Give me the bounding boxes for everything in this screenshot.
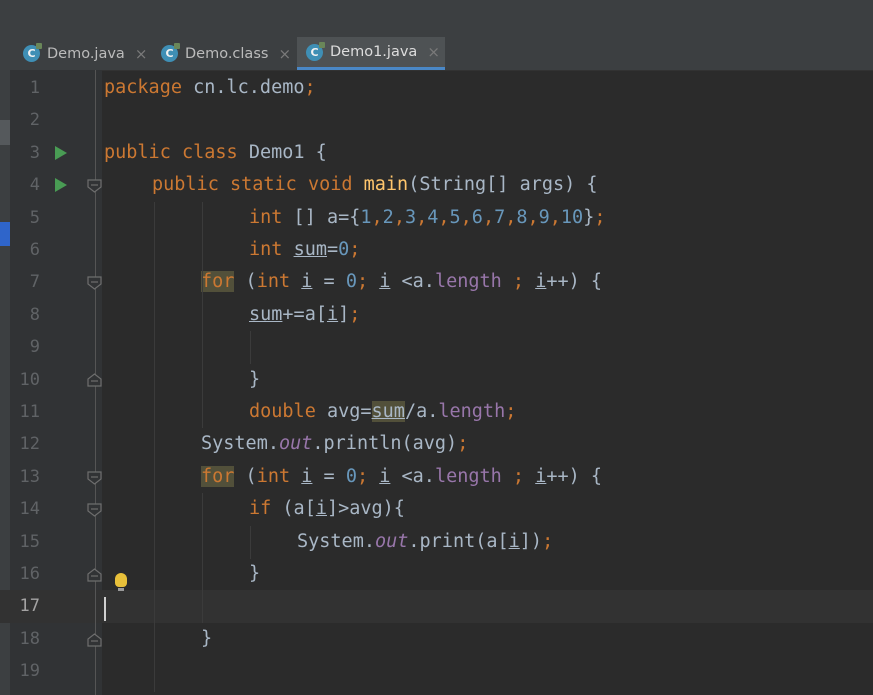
code-text: public static void main(String[] args) {	[152, 174, 598, 196]
code-line-15[interactable]: 15 System.out.print(a[i]);	[0, 526, 873, 558]
line-number: 12	[19, 434, 40, 455]
line-number: 9	[29, 337, 40, 358]
run-icon[interactable]	[55, 146, 67, 160]
tab-demo-class[interactable]: C Demo.class ×	[152, 37, 295, 70]
code-line-2[interactable]: 2	[0, 104, 873, 136]
line-number: 7	[29, 272, 40, 293]
code-text: int sum=0;	[249, 239, 361, 260]
fold-open-icon[interactable]	[87, 471, 102, 485]
code-line-3[interactable]: 3 public class Demo1 {	[0, 137, 873, 169]
code-text: if (a[i]>avg){	[249, 498, 405, 520]
code-line-18[interactable]: 18 }	[0, 623, 873, 655]
tab-label: Demo1.java	[330, 44, 418, 60]
line-number: 6	[29, 240, 40, 260]
line-number: 18	[19, 628, 40, 649]
line-number: 11	[19, 402, 40, 422]
title-bar	[0, 0, 873, 38]
indent-guide	[250, 331, 251, 364]
code-line-13[interactable]: 13 for (int i = 0; i <a.length ; i++) {	[0, 461, 873, 493]
close-icon[interactable]: ×	[278, 45, 291, 63]
indent-guide	[154, 202, 155, 692]
code-line-12[interactable]: 12 System.out.println(avg);	[0, 428, 873, 460]
tab-label: Demo.java	[47, 45, 125, 62]
code-line-14[interactable]: 14 if (a[i]>avg){	[0, 493, 873, 525]
code-text: public class Demo1 {	[104, 141, 327, 163]
code-line-9[interactable]: 9	[0, 331, 873, 363]
line-number: 3	[29, 142, 40, 163]
java-class-icon: C	[306, 41, 325, 61]
code-line-6[interactable]: 6 int sum=0;	[0, 234, 873, 266]
code-text: for (int i = 0; i <a.length ; i++) {	[201, 465, 603, 487]
code-line-16[interactable]: 16 }	[0, 558, 873, 590]
code-text: }	[249, 563, 261, 584]
tab-demo-java[interactable]: C Demo.java ×	[14, 37, 148, 70]
indent-guide	[250, 526, 251, 559]
close-icon[interactable]: ×	[427, 43, 440, 61]
line-number: 16	[19, 564, 40, 584]
code-line-17[interactable]: 17	[0, 590, 873, 623]
code-line-19[interactable]: 19	[0, 655, 873, 687]
code-text: package cn.lc.demo;	[104, 77, 316, 98]
code-line-11[interactable]: 11 double avg=sum/a.length;	[0, 396, 873, 428]
tab-demo1-java[interactable]: C Demo1.java ×	[297, 37, 445, 70]
line-number: 17	[19, 596, 40, 617]
line-number: 13	[19, 466, 40, 487]
code-text: sum+=a[i];	[249, 303, 361, 325]
code-text: double avg=sum/a.length;	[249, 401, 517, 422]
code-text: System.out.print(a[i]);	[297, 530, 554, 552]
code-line-5[interactable]: 5 int [] a={1,2,3,4,5,6,7,8,9,10};	[0, 202, 873, 234]
line-number: 2	[29, 110, 40, 131]
indent-guide	[202, 493, 203, 623]
fold-open-icon[interactable]	[87, 276, 102, 290]
fold-close-icon[interactable]	[87, 373, 102, 387]
code-text: }	[201, 627, 213, 649]
line-number: 14	[19, 499, 40, 520]
text-caret	[104, 597, 106, 621]
code-line-10[interactable]: 10 }	[0, 364, 873, 396]
code-line-4[interactable]: 4 public static void main(String[] args)…	[0, 169, 873, 201]
fold-open-icon[interactable]	[87, 503, 102, 517]
close-icon[interactable]: ×	[135, 45, 148, 63]
run-icon[interactable]	[55, 178, 67, 192]
indent-guide	[202, 202, 203, 428]
line-number: 19	[19, 661, 40, 682]
code-line-8[interactable]: 8 sum+=a[i];	[0, 299, 873, 331]
java-class-icon: C	[23, 43, 42, 62]
tab-label: Demo.class	[185, 45, 269, 62]
line-number: 5	[29, 207, 40, 228]
line-number: 8	[29, 304, 40, 325]
line-number: 10	[19, 369, 40, 390]
fold-close-icon[interactable]	[87, 568, 102, 582]
code-text: }	[249, 368, 261, 390]
fold-open-icon[interactable]	[87, 179, 102, 193]
line-number: 15	[19, 531, 40, 552]
java-class-icon: C	[161, 43, 180, 62]
lightbulb-icon[interactable]	[115, 573, 127, 591]
code-text: System.out.println(avg);	[201, 433, 469, 455]
code-text: int [] a={1,2,3,4,5,6,7,8,9,10};	[249, 206, 606, 228]
line-number: 4	[29, 175, 40, 196]
code-line-7[interactable]: 7 for (int i = 0; i <a.length ; i++) {	[0, 266, 873, 298]
line-number: 1	[29, 78, 40, 98]
code-text: for (int i = 0; i <a.length ; i++) {	[201, 271, 603, 293]
fold-close-icon[interactable]	[87, 633, 102, 647]
code-line-1[interactable]: 1 package cn.lc.demo;	[0, 72, 873, 104]
